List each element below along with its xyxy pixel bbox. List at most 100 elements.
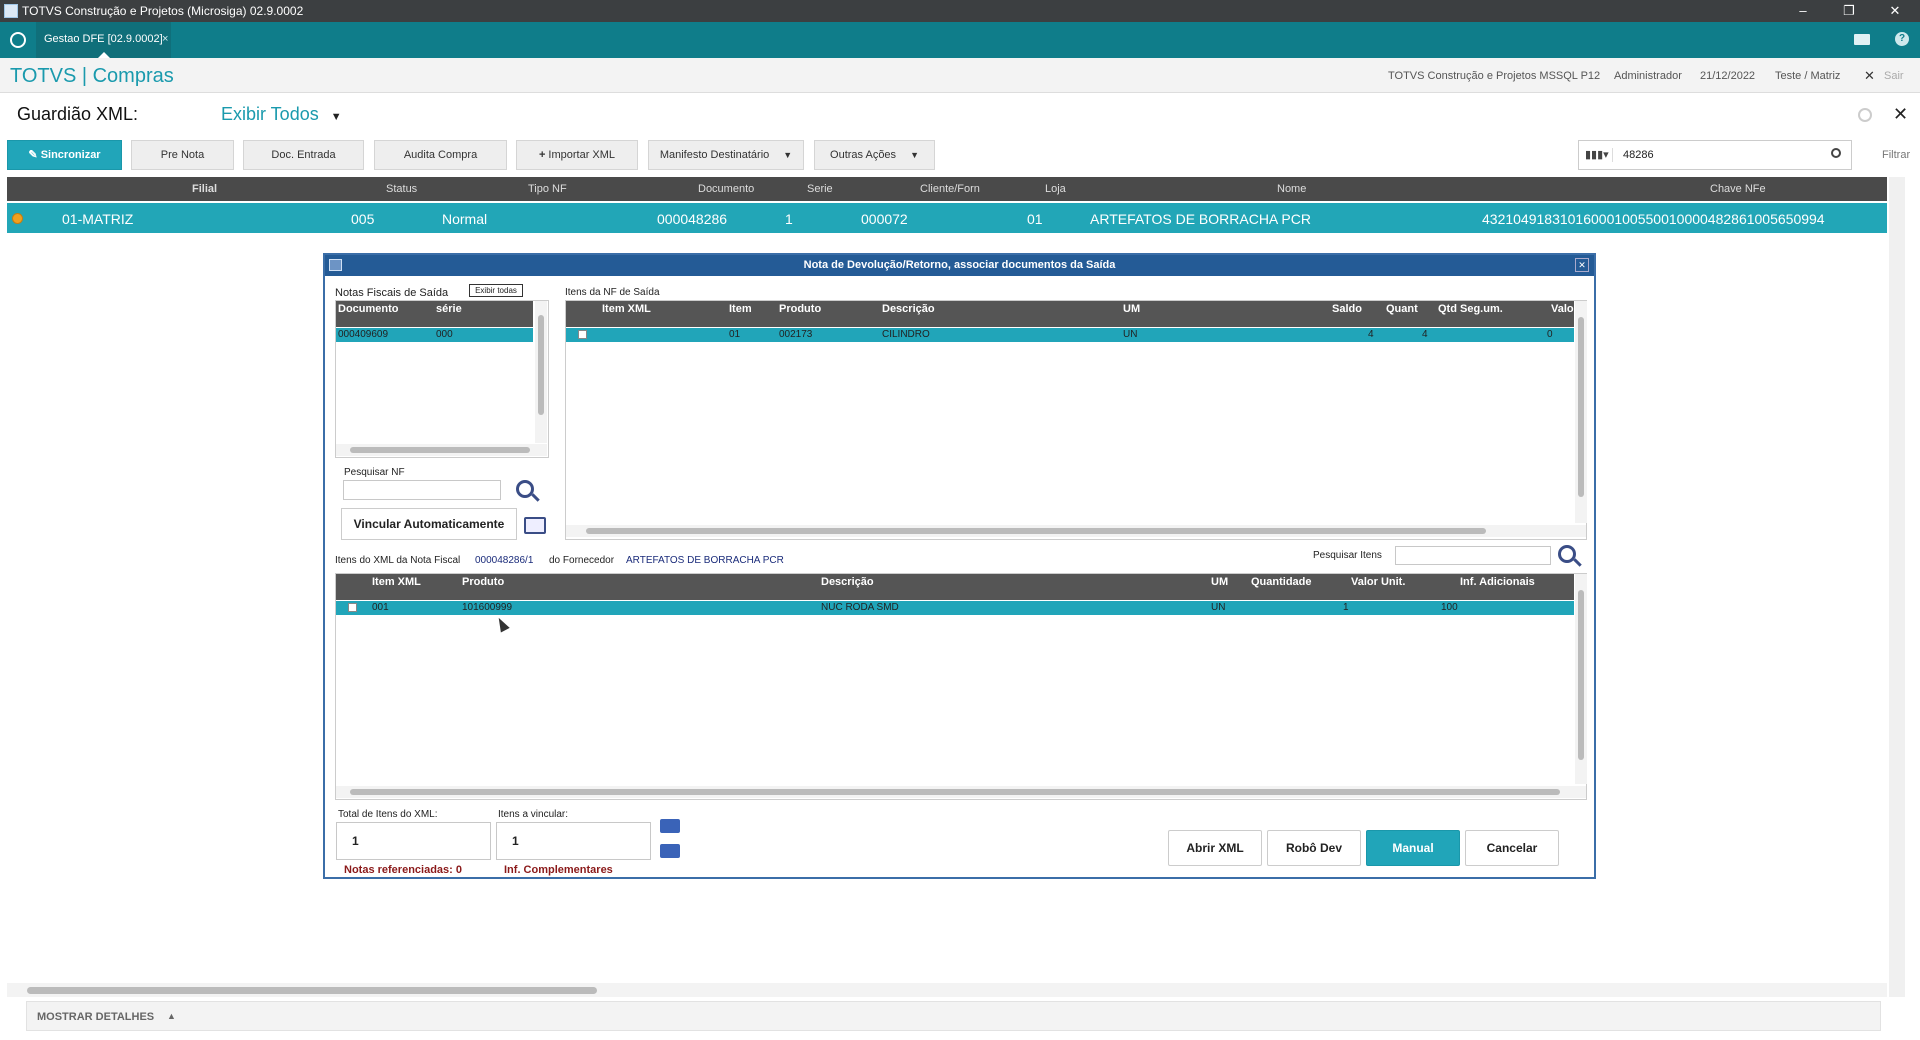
col-status[interactable]: Status [386, 183, 417, 195]
gear-icon[interactable] [1858, 108, 1872, 122]
col-tipo-nf[interactable]: Tipo NF [528, 183, 567, 195]
col-filial[interactable]: Filial [192, 183, 217, 195]
col-saldo[interactable]: Saldo [1332, 303, 1362, 315]
filter-dropdown[interactable]: Exibir Todos ▼ [221, 104, 342, 125]
itens-saida-label: Itens da NF de Saída [565, 287, 660, 298]
col-inf-adicionais[interactable]: Inf. Adicionais [1460, 576, 1535, 588]
col-chave-nfe[interactable]: Chave NFe [1710, 183, 1766, 195]
col-item-xml[interactable]: Item XML [372, 576, 421, 588]
filtrar-link[interactable]: Filtrar [1882, 149, 1910, 161]
exit-link[interactable]: Sair [1884, 70, 1904, 82]
col-quantidade[interactable]: Quantidade [1251, 576, 1312, 588]
audita-compra-button[interactable]: Audita Compra [374, 140, 507, 170]
table-row[interactable]: 01-MATRIZ 005 Normal 000048286 1 000072 … [7, 203, 1887, 233]
open-folder-icon[interactable] [660, 844, 680, 858]
vincular-automaticamente-button[interactable]: Vincular Automaticamente [341, 508, 517, 540]
pencil-icon: ✎ [28, 149, 41, 161]
exibir-todas-button[interactable]: Exibir todas [469, 284, 523, 297]
search-input[interactable]: 48286 [1623, 149, 1654, 161]
tab-close-icon[interactable]: × [162, 33, 168, 45]
inf-complementares-link[interactable]: Inf. Complementares [504, 864, 613, 876]
home-icon[interactable] [10, 32, 26, 48]
scrollbar-thumb[interactable] [27, 987, 597, 994]
page-vertical-scrollbar[interactable] [1889, 177, 1905, 997]
cell-tipo-nf: Normal [442, 211, 488, 227]
col-descricao[interactable]: Descrição [882, 303, 935, 315]
col-produto[interactable]: Produto [462, 576, 504, 588]
minimize-button[interactable]: – [1780, 0, 1826, 22]
columns-icon[interactable]: ▮▮▮▾ [1585, 148, 1613, 162]
manifesto-button[interactable]: Manifesto Destinatário ▼ [648, 140, 804, 170]
col-item[interactable]: Item [729, 303, 752, 315]
col-documento[interactable]: Documento [338, 303, 399, 315]
itens-saida-grid: Item XML Item Produto Descrição UM Saldo… [565, 300, 1587, 540]
col-um[interactable]: UM [1123, 303, 1140, 315]
cell-nome: ARTEFATOS DE BORRACHA PCR [1090, 211, 1311, 227]
devolucao-dialog: Nota de Devolução/Retorno, associar docu… [323, 253, 1596, 879]
details-footer[interactable]: MOSTRAR DETALHES ▲ [26, 1001, 1881, 1031]
row-checkbox[interactable] [348, 603, 357, 612]
col-nome[interactable]: Nome [1277, 183, 1306, 195]
manual-button[interactable]: Manual [1366, 830, 1460, 866]
scrollbar-thumb[interactable] [1578, 317, 1584, 497]
col-serie[interactable]: série [436, 303, 462, 315]
nf-saida-hscroll[interactable] [336, 444, 547, 456]
pre-nota-button[interactable]: Pre Nota [131, 140, 234, 170]
doc-entrada-button[interactable]: Doc. Entrada [243, 140, 364, 170]
cell-quant: 4 [1422, 329, 1428, 340]
pesquisar-nf-input[interactable] [343, 480, 501, 500]
outras-acoes-button[interactable]: Outras Ações ▼ [814, 140, 935, 170]
table-row[interactable]: 001 101600999 NUC RODA SMD UN 1 100 [336, 601, 1574, 615]
cancelar-button[interactable]: Cancelar [1465, 830, 1559, 866]
col-valor-unit[interactable]: Valor Unit. [1351, 576, 1405, 588]
col-um[interactable]: UM [1211, 576, 1228, 588]
pesquisar-itens-input[interactable] [1395, 546, 1551, 565]
col-item-xml[interactable]: Item XML [602, 303, 651, 315]
cell-qtd-seg-um: 0 [1547, 329, 1553, 340]
mail-icon[interactable] [1854, 34, 1870, 45]
col-valor[interactable]: Valo [1551, 303, 1574, 315]
help-icon[interactable]: ? [1895, 32, 1909, 46]
col-qtd-seg-um[interactable]: Qtd Seg.um. [1438, 303, 1503, 315]
row-checkbox[interactable] [578, 330, 587, 339]
caret-down-icon: ▼ [783, 150, 793, 160]
itens-saida-hscroll[interactable] [566, 525, 1586, 537]
xml-items-vscroll[interactable] [1575, 574, 1587, 784]
link-document-icon[interactable] [524, 517, 546, 534]
col-documento[interactable]: Documento [698, 183, 754, 195]
col-quant[interactable]: Quant [1386, 303, 1418, 315]
sincronizar-label: Sincronizar [40, 149, 101, 161]
robo-dev-button[interactable]: Robô Dev [1267, 830, 1361, 866]
scrollbar-thumb[interactable] [586, 528, 1486, 534]
col-loja[interactable]: Loja [1045, 183, 1066, 195]
app-icon [4, 4, 18, 18]
notas-referenciadas-link[interactable]: Notas referenciadas: 0 [344, 864, 462, 876]
xml-items-hscroll[interactable] [336, 786, 1586, 798]
importar-xml-button[interactable]: + Importar XML [516, 140, 638, 170]
nf-saida-vscroll[interactable] [535, 301, 547, 443]
exit-icon[interactable]: ✕ [1864, 68, 1875, 84]
restore-button[interactable]: ❐ [1826, 0, 1872, 22]
col-descricao[interactable]: Descrição [821, 576, 874, 588]
search-icon[interactable] [1831, 148, 1841, 158]
abrir-xml-button[interactable]: Abrir XML [1168, 830, 1262, 866]
folder-icon[interactable] [660, 819, 680, 833]
table-row[interactable]: 000409609 000 [336, 328, 533, 342]
dialog-close-icon[interactable]: ✕ [1575, 258, 1589, 272]
page-horizontal-scrollbar[interactable] [7, 983, 1887, 997]
scrollbar-thumb[interactable] [1578, 590, 1584, 760]
scrollbar-thumb[interactable] [538, 315, 544, 415]
table-row[interactable]: 01 002173 CILINDRO UN 4 4 0 [566, 328, 1574, 342]
col-produto[interactable]: Produto [779, 303, 821, 315]
search-nf-icon[interactable] [516, 480, 534, 498]
cell-produto: 002173 [779, 329, 813, 340]
scrollbar-thumb[interactable] [350, 789, 1560, 795]
scrollbar-thumb[interactable] [350, 447, 530, 453]
close-page-button[interactable]: ✕ [1893, 104, 1908, 125]
col-cliente-forn[interactable]: Cliente/Forn [920, 183, 980, 195]
search-itens-icon[interactable] [1558, 545, 1576, 563]
sincronizar-button[interactable]: ✎ Sincronizar [7, 140, 122, 170]
col-serie[interactable]: Serie [807, 183, 833, 195]
close-window-button[interactable]: ✕ [1872, 0, 1918, 22]
itens-saida-vscroll[interactable] [1575, 301, 1587, 523]
